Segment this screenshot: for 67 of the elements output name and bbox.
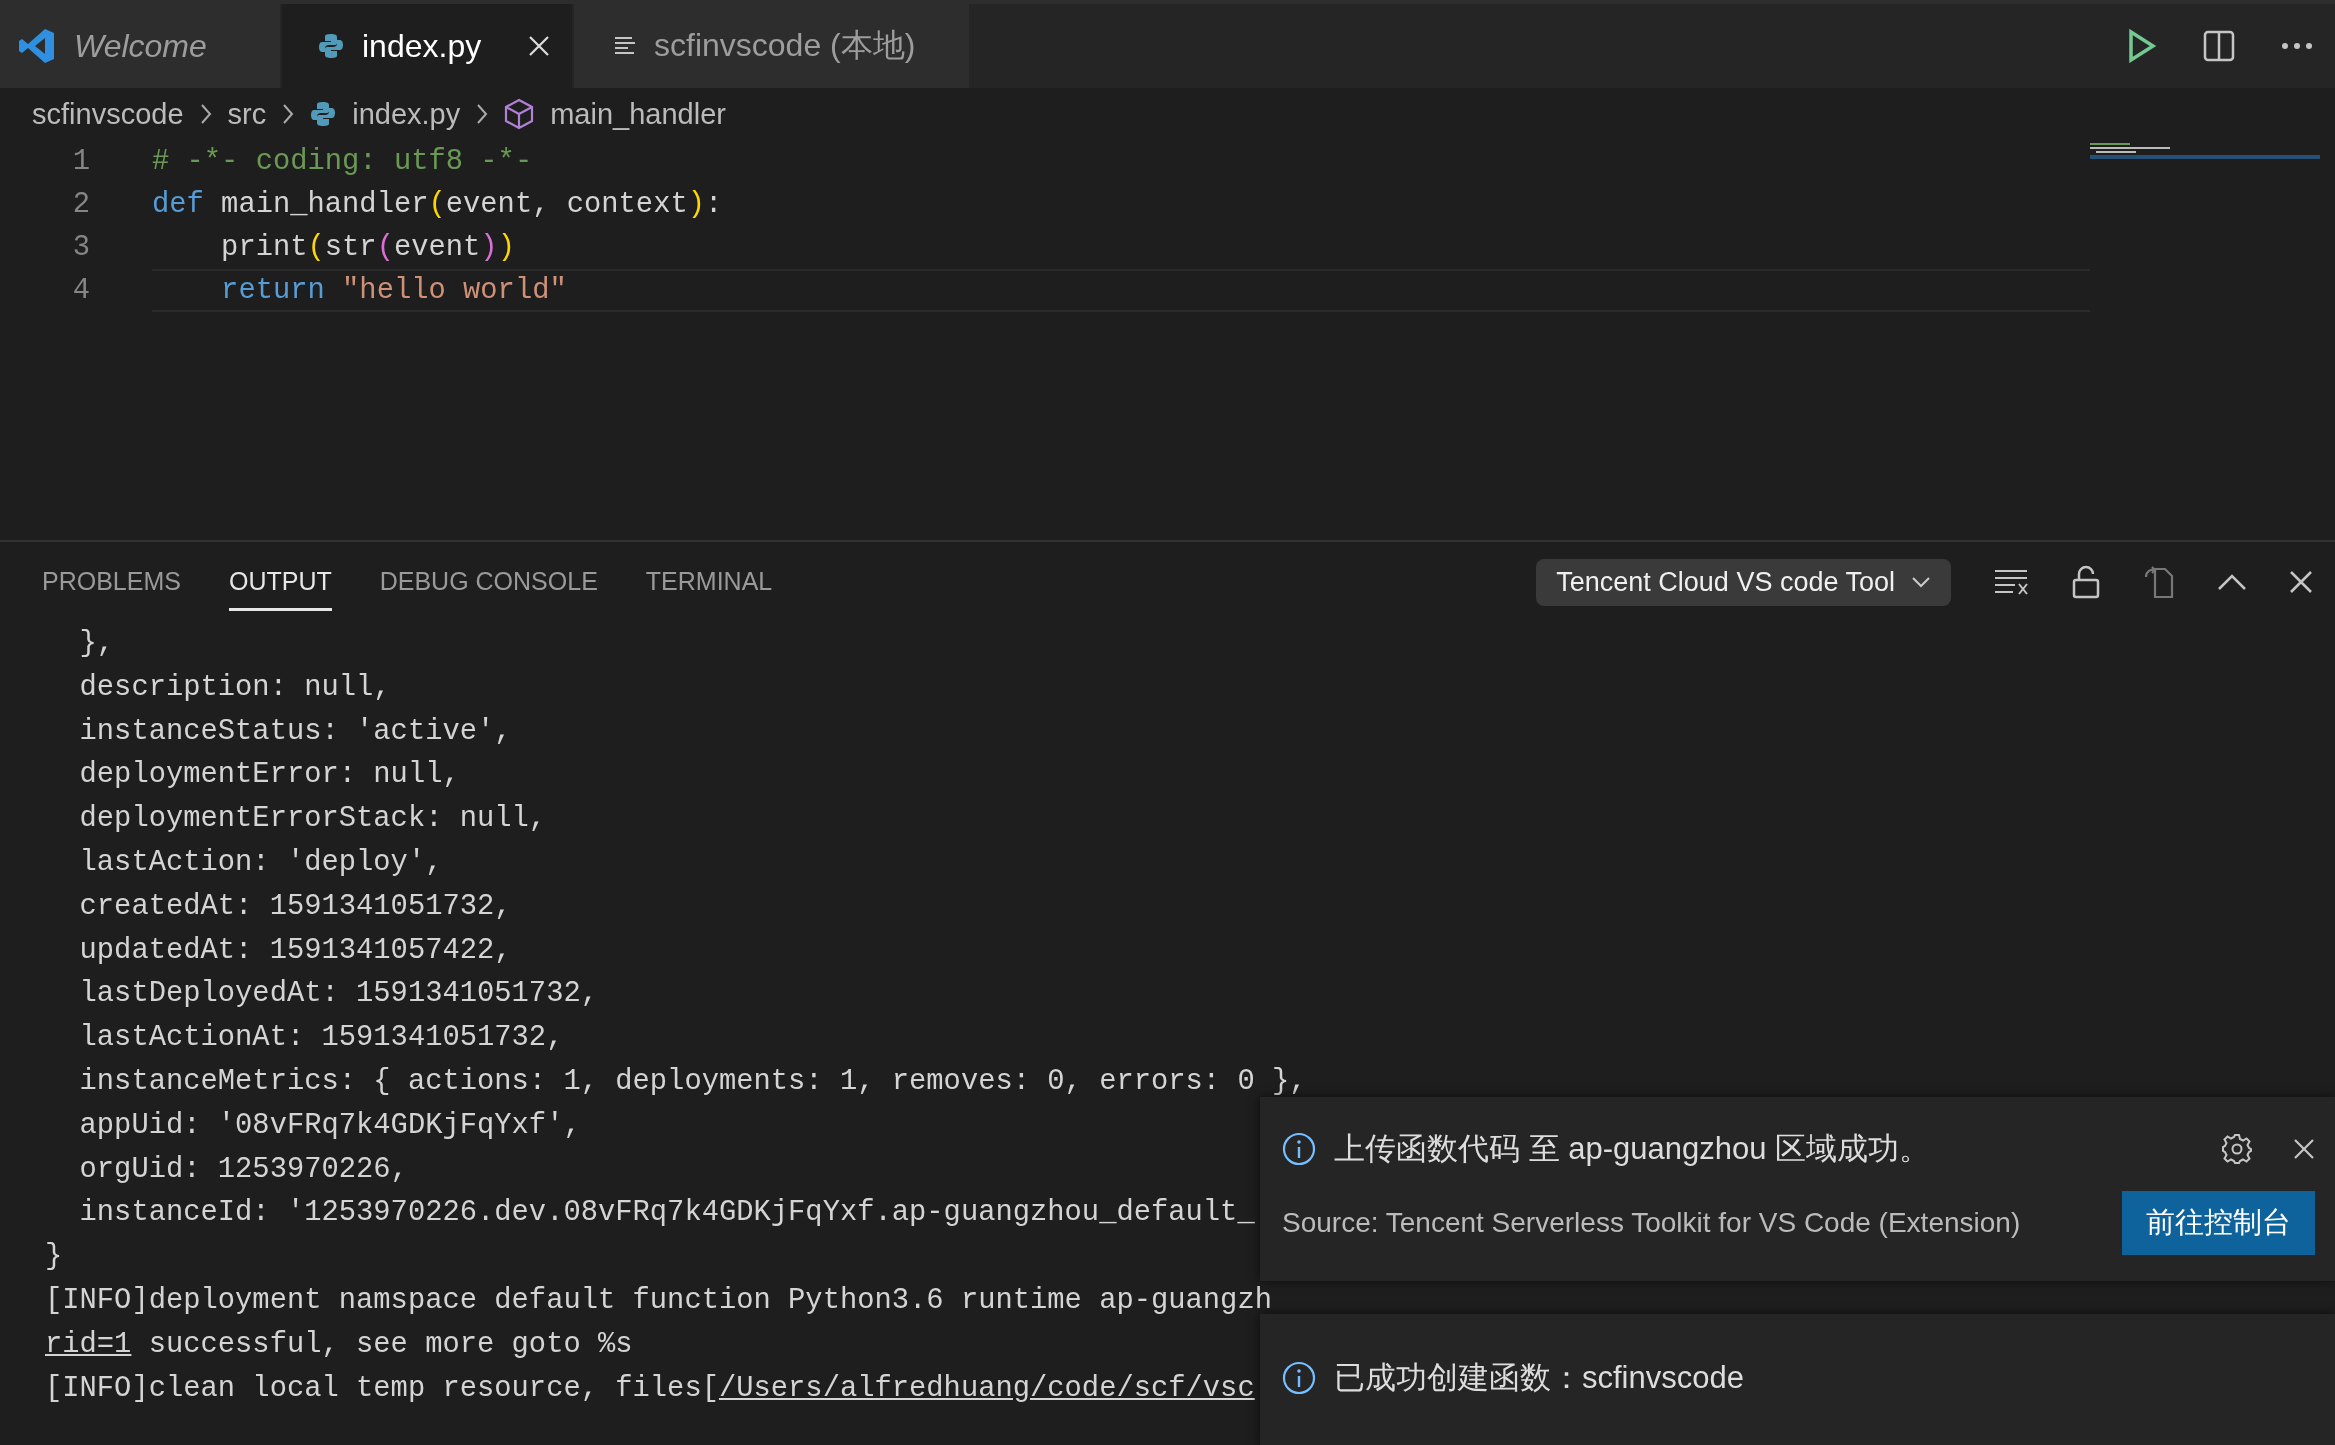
panel-tab[interactable]: DEBUG CONSOLE xyxy=(379,553,598,611)
output-line: [INFO]clean local temp resource, files[/Users/alfredhuang/code/scf/vsc xyxy=(45,1370,1255,1407)
minimap[interactable] xyxy=(2090,143,2320,159)
chevron-right-icon xyxy=(282,103,295,125)
output-line: lastDeployedAt: 1591341051732, xyxy=(78,976,598,1013)
unlock-icon[interactable] xyxy=(2071,565,2101,599)
output-line: }, xyxy=(78,626,115,662)
chevron-right-icon xyxy=(199,103,212,125)
output-line: } xyxy=(45,1239,63,1276)
line-number: 4 xyxy=(71,273,91,309)
notification-source: Source: Tencent Serverless Toolkit for VS Code (Extension) xyxy=(1282,1207,2021,1239)
editor-tab[interactable]: scfinvscode (本地) xyxy=(574,4,969,88)
breadcrumb-item[interactable]: scfinvscode xyxy=(32,97,184,131)
notification-message: 已成功创建函数：scfinvscode xyxy=(1334,1359,1745,1397)
output-line: rid=1 successful, see more goto %s xyxy=(45,1326,633,1363)
logo-icon xyxy=(18,27,56,65)
panel-tab[interactable]: TERMINAL xyxy=(645,553,773,611)
output-line: deploymentError: null, xyxy=(78,757,460,794)
settings-icon[interactable] xyxy=(2221,1133,2253,1165)
output-line: createdAt: 1591341051732, xyxy=(78,888,512,925)
run-icon[interactable] xyxy=(2127,29,2157,63)
info-icon xyxy=(1282,1132,1316,1166)
notification-message: 上传函数代码 至 ap-guangzhou 区域成功。 xyxy=(1334,1130,1932,1168)
breadcrumb-item[interactable]: src xyxy=(227,97,267,131)
output-line: lastAction: 'deploy', xyxy=(78,845,443,881)
python-icon xyxy=(310,101,337,127)
text-lines-icon xyxy=(614,36,636,56)
close-icon[interactable] xyxy=(2289,570,2313,594)
output-line: description: null, xyxy=(78,669,391,706)
code-line: # -*- coding: utf8 -*- xyxy=(152,145,533,178)
line-number: 2 xyxy=(71,187,91,223)
output-line: instanceMetrics: { actions: 1, deployments: 1, removes: 0, errors: 0 }, xyxy=(78,1063,1307,1100)
close-icon[interactable] xyxy=(528,35,550,57)
console-button[interactable]: 前往控制台 xyxy=(2122,1191,2315,1255)
chevron-right-icon xyxy=(476,103,489,125)
close-icon[interactable] xyxy=(2293,1138,2315,1160)
output-line: [INFO]deployment namspace default function Python3.6 runtime ap-guangzh xyxy=(45,1282,1272,1319)
code-line: return "hello world" xyxy=(220,274,567,307)
panel-tab[interactable]: OUTPUT xyxy=(228,553,332,611)
code-line: def main_handler(event, context): xyxy=(152,188,723,221)
panel-tab[interactable]: PROBLEMS xyxy=(42,553,181,611)
output-line: lastActionAt: 1591341051732, xyxy=(78,1020,564,1057)
output-line: orgUid: 1253970226, xyxy=(78,1151,408,1188)
output-line: appUid: '08vFRq7k4GDKjFqYxf', xyxy=(78,1107,581,1144)
chevron-up-icon[interactable] xyxy=(2217,573,2247,591)
link[interactable]: rid=1 xyxy=(45,1327,132,1361)
link[interactable]: /Users/alfredhuang/code/scf/vsc xyxy=(718,1371,1255,1405)
output-channel-dropdown[interactable]: Tencent Cloud VS code Tool xyxy=(1536,558,1951,606)
chevron-down-icon xyxy=(1911,576,1931,588)
breadcrumb-item[interactable]: main_handler xyxy=(504,97,726,131)
info-icon xyxy=(1282,1361,1316,1395)
editor-tab[interactable]: Welcome xyxy=(0,4,280,88)
open-file-icon[interactable] xyxy=(2143,565,2175,599)
output-line: instanceId: '1253970226.dev.08vFRq7k4GDKjFqYxf.ap-guangzhou_default_ xyxy=(78,1195,1255,1232)
code-line: print(str(event)) xyxy=(220,231,515,264)
cube-icon xyxy=(504,98,535,130)
output-line: updatedAt: 1591341057422, xyxy=(78,932,512,969)
output-line: instanceStatus: 'active', xyxy=(78,713,512,750)
output-line: deploymentErrorStack: null, xyxy=(78,801,547,838)
line-number: 1 xyxy=(71,144,91,180)
more-icon[interactable] xyxy=(2281,42,2313,50)
breadcrumb-item[interactable]: index.py xyxy=(310,97,461,131)
split-editor-icon[interactable] xyxy=(2203,30,2235,62)
editor-tab[interactable]: index.py xyxy=(282,4,572,88)
line-number: 3 xyxy=(71,230,91,266)
python-icon xyxy=(318,33,344,59)
clear-output-icon[interactable] xyxy=(1993,568,2029,596)
